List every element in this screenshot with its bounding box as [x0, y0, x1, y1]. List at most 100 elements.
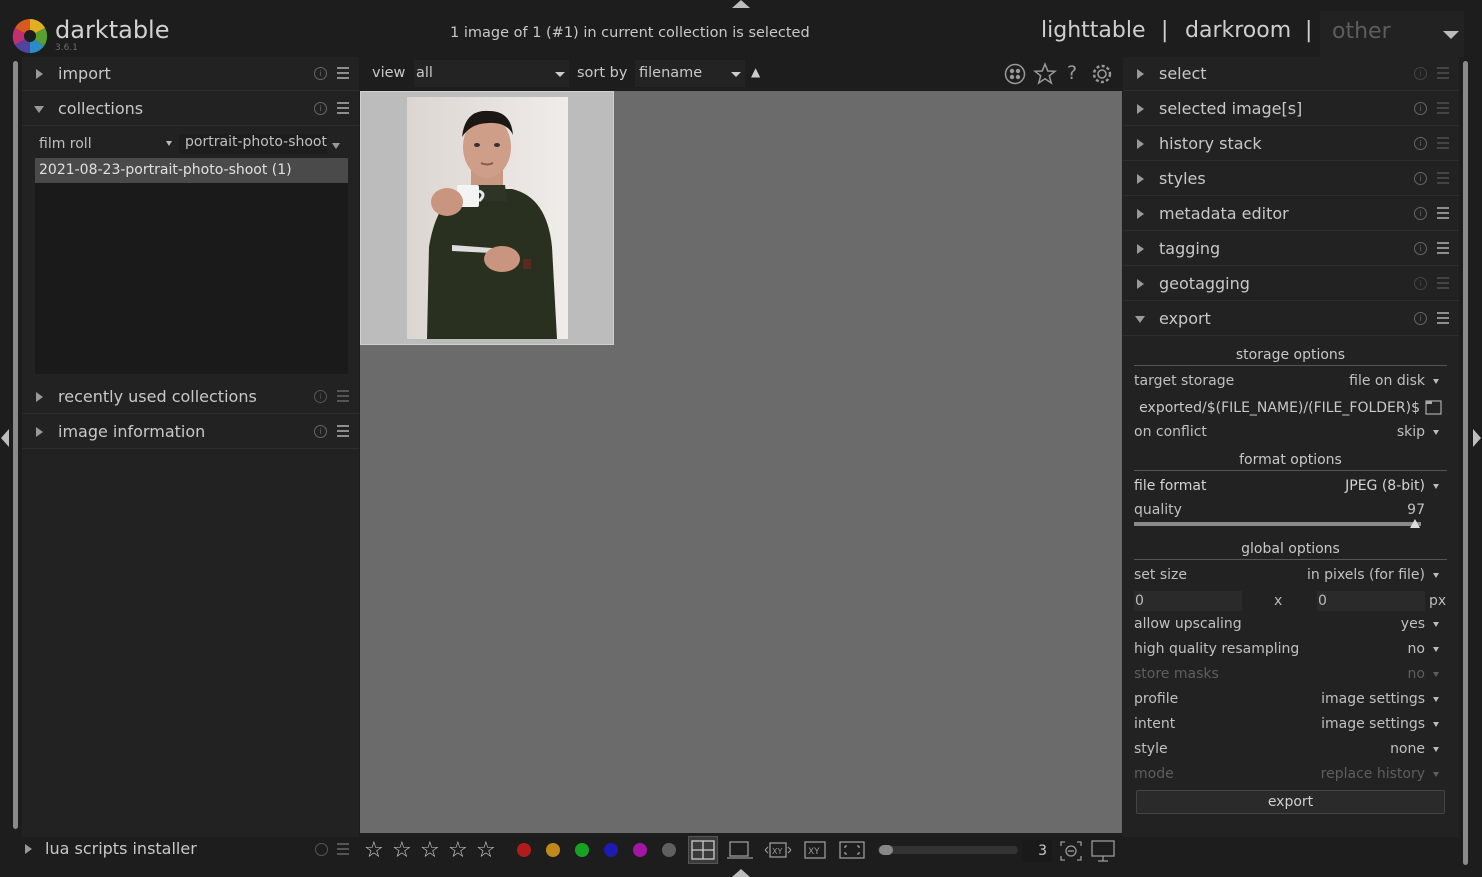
sort-direction-toggle[interactable]: ▲ — [751, 65, 760, 79]
set-size-select[interactable]: set size in pixels (for file) — [1134, 567, 1447, 587]
module-collections[interactable]: collections i — [22, 92, 359, 126]
reset-icon[interactable]: i — [1414, 137, 1427, 150]
module-selected-images[interactable]: selected image[s] i — [1123, 92, 1459, 126]
presets-menu-icon[interactable] — [1437, 277, 1449, 289]
right-scrollbar[interactable] — [1463, 61, 1468, 865]
module-export[interactable]: export i — [1123, 302, 1459, 336]
presets-menu-icon[interactable] — [337, 102, 349, 114]
module-metadata-editor[interactable]: metadata editor i — [1123, 197, 1459, 231]
module-tagging[interactable]: tagging i — [1123, 232, 1459, 266]
module-geotagging[interactable]: geotagging i — [1123, 267, 1459, 301]
star-rating-2[interactable]: ☆ — [392, 838, 412, 863]
slider-handle-icon[interactable] — [1410, 519, 1420, 528]
folder-icon[interactable] — [1425, 399, 1443, 416]
intent-select[interactable]: intent image settings — [1134, 716, 1447, 736]
star-icon[interactable] — [1033, 62, 1057, 86]
view-lighttable[interactable]: lighttable — [1041, 18, 1145, 43]
export-button[interactable]: export — [1136, 790, 1445, 814]
reset-icon[interactable]: i — [1414, 102, 1427, 115]
presets-menu-icon[interactable] — [337, 390, 349, 402]
left-scrollbar[interactable] — [13, 61, 18, 829]
collection-item[interactable]: 2021-08-23-portrait-photo-shoot (1) — [35, 158, 348, 183]
zoom-count-input[interactable]: 3 — [1022, 840, 1052, 862]
collection-property[interactable]: film roll — [39, 136, 92, 152]
sort-select[interactable]: filename — [635, 60, 745, 87]
target-storage-select[interactable]: target storage file on disk — [1134, 373, 1447, 393]
filemanager-layout-button[interactable] — [688, 836, 718, 864]
module-select[interactable]: select i — [1123, 57, 1459, 91]
on-conflict-select[interactable]: on conflict skip — [1134, 424, 1447, 444]
color-label-red[interactable] — [517, 843, 531, 857]
rule-options-icon[interactable] — [332, 143, 340, 149]
presets-menu-icon[interactable] — [1437, 137, 1449, 149]
presets-menu-icon[interactable] — [1437, 312, 1449, 324]
second-window-icon[interactable] — [1090, 838, 1116, 864]
collapse-arrow-icon — [1135, 316, 1145, 323]
right-panel-toggle[interactable] — [1473, 429, 1481, 447]
presets-menu-icon[interactable] — [1437, 67, 1449, 79]
reset-icon[interactable]: i — [314, 390, 327, 403]
zoom-slider[interactable] — [878, 846, 1018, 854]
zoomable-layout-icon[interactable] — [725, 838, 755, 862]
reset-icon[interactable]: i — [1414, 277, 1427, 290]
reset-icon[interactable]: i — [1414, 207, 1427, 220]
presets-menu-icon[interactable] — [337, 425, 349, 437]
reset-icon[interactable]: i — [1414, 67, 1427, 80]
reset-icon[interactable]: i — [1414, 312, 1427, 325]
reset-icon[interactable]: i — [1414, 242, 1427, 255]
star-rating-3[interactable]: ☆ — [420, 838, 440, 863]
portrait-photo[interactable] — [407, 97, 568, 339]
style-select[interactable]: style none — [1134, 741, 1447, 761]
file-format-select[interactable]: file format JPEG (8-bit) — [1134, 478, 1447, 498]
module-lua-scripts-installer[interactable]: lua scripts installer — [22, 832, 359, 866]
presets-menu-icon[interactable] — [1437, 172, 1449, 184]
culling-dynamic-icon[interactable]: XY — [763, 838, 793, 862]
color-label-yellow[interactable] — [546, 843, 560, 857]
preview-fullscreen-icon[interactable] — [837, 838, 867, 862]
quality-slider-track[interactable] — [1134, 522, 1421, 526]
reset-icon[interactable]: i — [314, 102, 327, 115]
collection-rule-input[interactable]: portrait-photo-shoot — [179, 134, 327, 154]
focus-peaking-icon[interactable] — [1058, 839, 1084, 863]
export-path-input[interactable]: $(FILE_FOLDER)/exported/$(FILE_NAME) — [1134, 397, 1420, 419]
quality-slider[interactable]: quality 97 — [1134, 502, 1447, 522]
presets-menu-icon[interactable] — [1437, 242, 1449, 254]
reset-icon[interactable]: i — [1414, 172, 1427, 185]
bottom-panel-toggle[interactable] — [732, 869, 750, 877]
profile-select[interactable]: profile image settings — [1134, 691, 1447, 711]
left-panel-toggle[interactable] — [1, 429, 9, 447]
top-panel-toggle[interactable] — [732, 0, 750, 8]
chevron-down-icon — [555, 72, 565, 77]
zoom-slider-handle[interactable] — [879, 845, 893, 855]
presets-menu-icon[interactable] — [337, 67, 349, 79]
color-labels-icon[interactable] — [1004, 63, 1026, 85]
module-recently-used-collections[interactable]: recently used collections i — [22, 380, 359, 414]
star-rating-4[interactable]: ☆ — [448, 838, 468, 863]
help-icon[interactable]: ? — [1067, 62, 1077, 84]
view-filter-select[interactable]: all — [414, 60, 569, 87]
star-rating-5[interactable]: ☆ — [476, 838, 496, 863]
reset-icon[interactable] — [315, 843, 328, 856]
star-rating-1[interactable]: ☆ — [364, 838, 384, 863]
height-input[interactable]: 0 — [1317, 591, 1425, 611]
view-other-dropdown[interactable]: other — [1320, 11, 1464, 57]
reset-icon[interactable]: i — [314, 67, 327, 80]
culling-fixed-icon[interactable]: XY — [800, 838, 830, 862]
module-image-information[interactable]: image information i — [22, 415, 359, 449]
view-darkroom[interactable]: darkroom — [1185, 18, 1291, 43]
presets-menu-icon[interactable] — [1437, 102, 1449, 114]
color-label-blue[interactable] — [604, 843, 618, 857]
width-input[interactable]: 0 — [1134, 591, 1242, 611]
module-import[interactable]: import i — [22, 57, 359, 91]
presets-menu-icon[interactable] — [337, 843, 349, 855]
color-label-purple[interactable] — [633, 843, 647, 857]
presets-menu-icon[interactable] — [1437, 207, 1449, 219]
module-history-stack[interactable]: history stack i — [1123, 127, 1459, 161]
allow-upscaling-select[interactable]: allow upscaling yes — [1134, 616, 1447, 636]
gear-icon[interactable] — [1091, 63, 1113, 85]
color-label-clear[interactable] — [662, 843, 676, 857]
high-quality-resampling-select[interactable]: high quality resampling no — [1134, 641, 1447, 661]
reset-icon[interactable]: i — [314, 425, 327, 438]
module-styles[interactable]: styles i — [1123, 162, 1459, 196]
color-label-green[interactable] — [575, 843, 589, 857]
